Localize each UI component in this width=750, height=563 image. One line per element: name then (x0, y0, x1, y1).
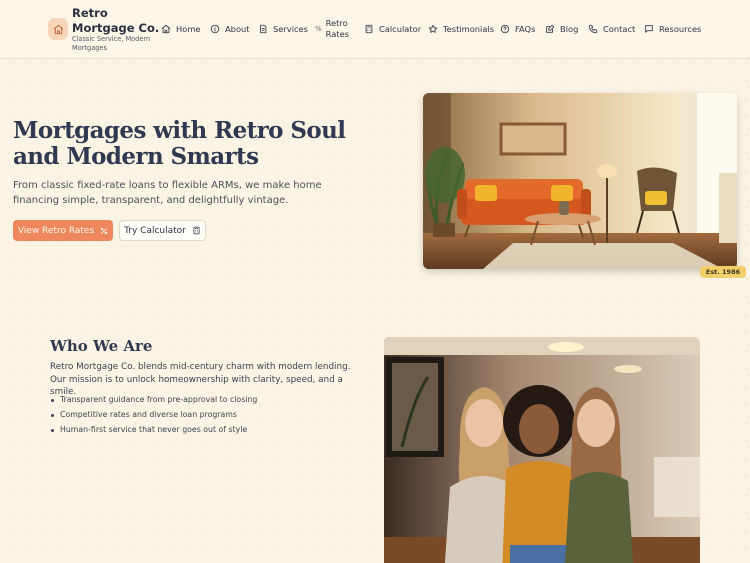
home-icon (161, 24, 171, 34)
nav-home[interactable]: Home (161, 22, 201, 36)
established-badge: Est. 1986 (700, 266, 746, 278)
list-item: Competitive rates and diverse loan progr… (50, 408, 370, 423)
info-icon (210, 24, 220, 34)
document-icon (260, 24, 267, 34)
nav-contact[interactable]: Contact (588, 22, 635, 36)
percent-icon: % (315, 25, 322, 33)
nav-contact-label: Contact (603, 24, 636, 34)
nav-retro-rates[interactable]: % Retro Rates (315, 18, 350, 40)
nav-home-label: Home (176, 24, 201, 34)
calculator-icon (193, 226, 200, 235)
nav-resources[interactable]: Resources (644, 22, 701, 36)
nav-testimonials-label: Testimonials (443, 24, 495, 34)
nav-calculator-label: Calculator (379, 24, 422, 34)
brand-name[interactable]: Retro Mortgage Co. (72, 6, 162, 36)
nav-calculator[interactable]: Calculator (364, 22, 421, 36)
try-calculator-button[interactable]: Try Calculator (119, 220, 206, 241)
retro-living-room-image (423, 93, 737, 269)
nav-blog-label: Blog (560, 24, 579, 34)
nav-faqs-label: FAQs (515, 24, 536, 34)
view-retro-rates-label: View Retro Rates (17, 225, 95, 236)
nav-blog[interactable]: Blog (545, 22, 578, 36)
nav-about-label: About (225, 24, 250, 34)
nav-testimonials[interactable]: Testimonials (428, 22, 494, 36)
site-header: Retro Mortgage Co. Classic Service, Mode… (0, 0, 750, 59)
nav-faqs[interactable]: FAQs (500, 22, 535, 36)
edit-icon (546, 24, 555, 33)
message-icon (645, 25, 653, 33)
home-icon[interactable] (48, 18, 68, 40)
about-title: Who We Are (50, 337, 153, 355)
star-icon (428, 24, 438, 33)
view-retro-rates-button[interactable]: View Retro Rates (13, 220, 113, 241)
try-calculator-label: Try Calculator (124, 225, 186, 236)
help-icon (500, 24, 510, 34)
brand-tagline: Classic Service, Modern Mortgages (72, 35, 151, 52)
nav-retro-rates-label: Retro Rates (325, 18, 350, 39)
phone-icon (588, 24, 598, 34)
list-item: Human-first service that never goes out … (50, 423, 370, 438)
percent-icon (101, 227, 108, 234)
calculator-icon (365, 24, 373, 34)
nav-resources-label: Resources (659, 24, 702, 34)
hero-subtitle: From classic fixed-rate loans to flexibl… (13, 180, 322, 206)
team-photo (384, 337, 700, 563)
about-list: Transparent guidance from pre-approval t… (50, 393, 370, 437)
nav-services[interactable]: Services (258, 22, 308, 36)
nav-about[interactable]: About (210, 22, 250, 36)
nav-services-label: Services (273, 24, 308, 34)
hero-title: Mortgages with Retro Soul and Modern Sma… (13, 117, 346, 170)
list-item: Transparent guidance from pre-approval t… (50, 393, 370, 408)
